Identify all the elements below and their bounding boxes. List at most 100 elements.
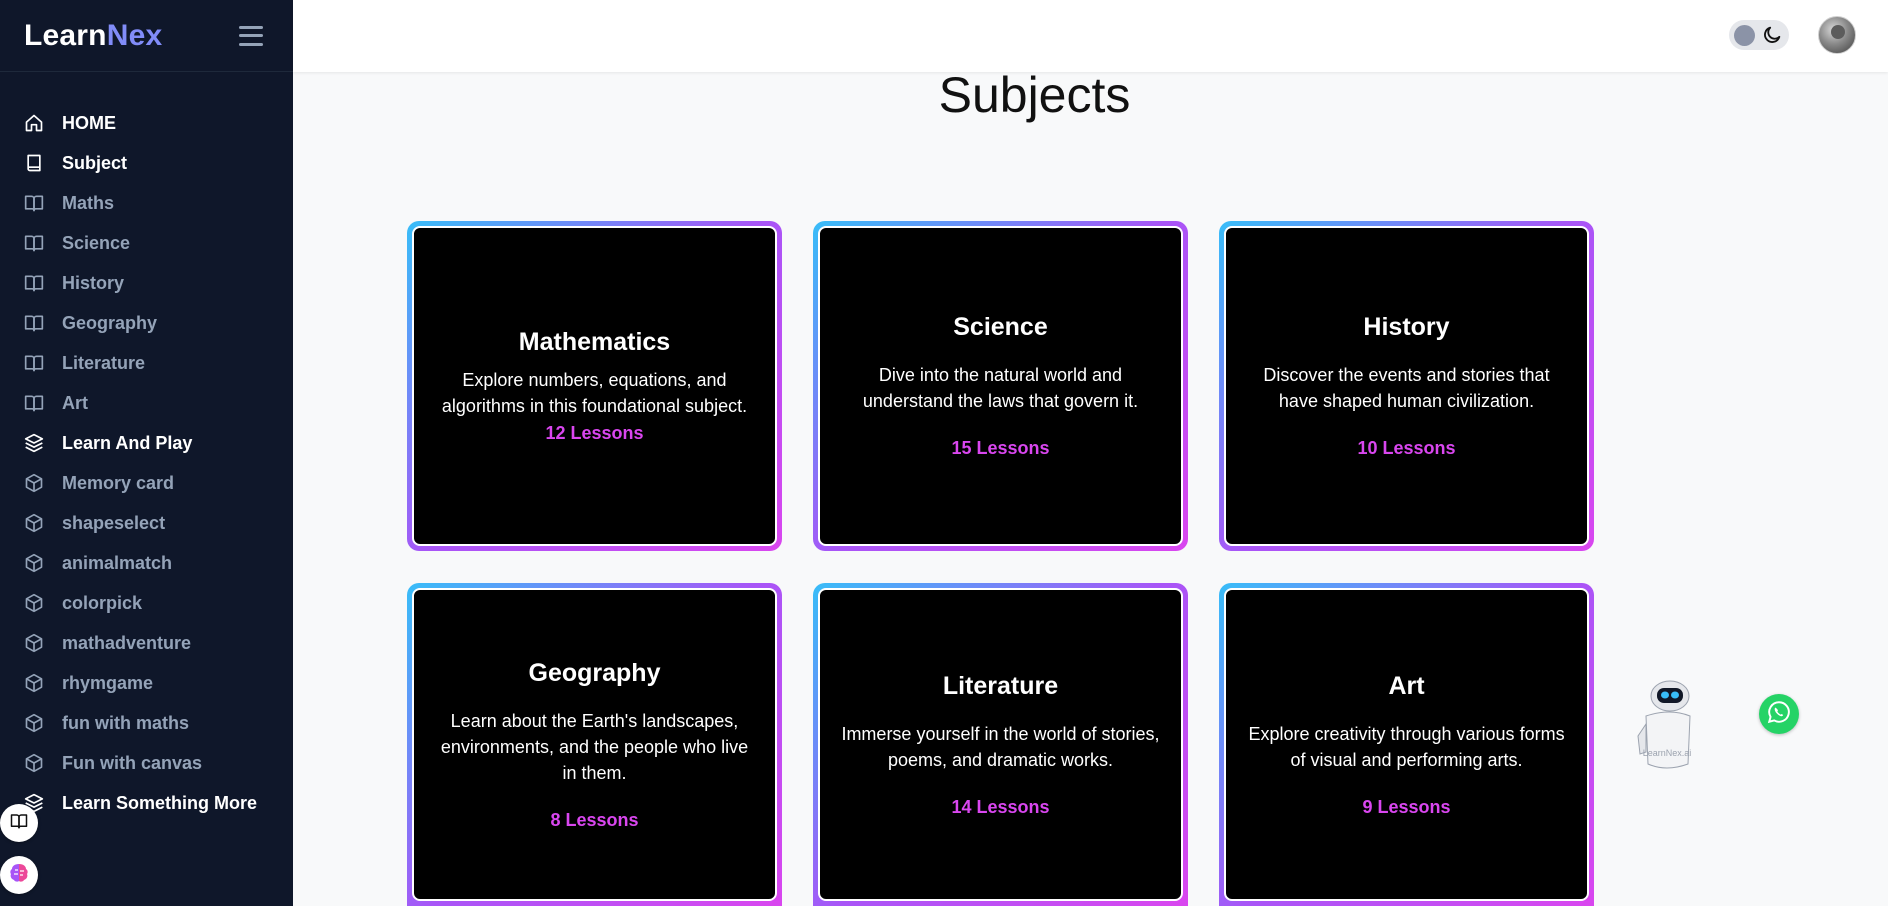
brand-name-part1: Learn [24,18,107,52]
card-title: History [1363,313,1450,341]
sidebar-item-shapeselect[interactable]: shapeselect [0,503,293,543]
cube-icon [23,552,45,574]
sidebar: LearnNex HOME Subject Maths Science Hist… [0,0,293,906]
sidebar-item-memory-card[interactable]: Memory card [0,463,293,503]
sidebar-item-history[interactable]: History [0,263,293,303]
sidebar-item-subject[interactable]: Subject [0,143,293,183]
card-title: Art [1388,671,1425,700]
sidebar-item-maths[interactable]: Maths [0,183,293,223]
book-open-icon [23,192,45,214]
cube-icon [23,512,45,534]
card-description: Immerse yourself in the world of stories… [841,723,1160,770]
sidebar-item-label: Science [62,232,131,253]
sidebar-item-geography[interactable]: Geography [0,303,293,343]
cube-icon [23,712,45,734]
card-lesson-count: 10 Lessons [1357,438,1456,458]
cube-icon [23,472,45,494]
brand-logo[interactable]: LearnNex [24,19,162,53]
card-description: Explore numbers, equations, and algorith… [441,370,748,416]
menu-toggle-button[interactable] [239,25,263,46]
cube-icon [23,752,45,774]
card-title: Science [953,313,1048,341]
sidebar-item-literature[interactable]: Literature [0,343,293,383]
book-open-icon [23,272,45,294]
subject-card-geography[interactable]: Geography Learn about the Earth's landsc… [407,583,782,906]
book-open-icon [9,812,29,835]
sidebar-item-label: HOME [62,112,116,133]
robot-icon: LearnNex.ai [1637,680,1692,769]
subject-card-art[interactable]: Art Explore creativity through various f… [1219,583,1594,906]
book-open-icon [23,232,45,254]
card-description: Explore creativity through various forms… [1248,723,1565,770]
layers-icon [23,432,45,454]
sidebar-item-label: Learn Something More [62,792,258,813]
book-open-icon [23,352,45,374]
robot-label: LearnNex.ai [1643,748,1692,758]
sidebar-item-label: rhymgame [62,672,154,693]
ai-brain-button[interactable] [0,856,38,894]
brand-row: LearnNex [0,0,293,72]
sidebar-item-home[interactable]: HOME [0,103,293,143]
cube-icon [23,672,45,694]
card-lesson-count: 8 Lessons [550,809,639,830]
subject-card-history[interactable]: History Discover the events and stories … [1219,221,1594,551]
ai-assistant-robot[interactable]: LearnNex.ai [1630,676,1696,776]
sidebar-item-label: animalmatch [62,552,173,573]
sidebar-nav: HOME Subject Maths Science History Geogr… [0,103,293,823]
sidebar-item-colorpick[interactable]: colorpick [0,583,293,623]
sidebar-item-label: shapeselect [62,512,166,533]
cube-icon [23,592,45,614]
home-icon [23,112,45,134]
sidebar-item-label: Art [62,392,88,413]
sidebar-item-label: History [62,272,125,293]
brand-name-part2: Nex [106,18,163,52]
page-title: Subjects [938,67,1131,123]
sidebar-item-label: Memory card [62,472,175,493]
cube-icon [23,632,45,654]
hamburger-icon [239,25,263,29]
sidebar-item-rhymgame[interactable]: rhymgame [0,663,293,703]
toggle-knob [1734,25,1755,46]
sidebar-item-learn-and-play[interactable]: Learn And Play [0,423,293,463]
book-icon [23,152,45,174]
book-open-icon [23,392,45,414]
sidebar-item-label: fun with maths [62,712,189,733]
sidebar-item-science[interactable]: Science [0,223,293,263]
book-shortcut-button[interactable] [0,804,38,842]
sidebar-item-animalmatch[interactable]: animalmatch [0,543,293,583]
top-header [293,0,1888,72]
sidebar-item-label: Subject [62,152,128,173]
brain-icon [7,861,31,890]
card-title: Mathematics [518,328,671,356]
card-title: Geography [528,658,661,687]
sidebar-item-label: Geography [62,312,158,333]
sidebar-item-label: colorpick [62,592,143,613]
sidebar-item-label: Literature [62,352,146,373]
whatsapp-button[interactable] [1759,694,1799,734]
card-title: Literature [942,671,1059,700]
sidebar-item-label: Maths [62,192,115,213]
subject-card-literature[interactable]: Literature Immerse yourself in the world… [813,583,1188,906]
sidebar-item-art[interactable]: Art [0,383,293,423]
sidebar-item-label: Learn And Play [62,432,193,453]
card-lesson-count: 12 Lessons [545,423,644,443]
book-open-icon [23,312,45,334]
sidebar-item-fun-with-maths[interactable]: fun with maths [0,703,293,743]
sidebar-item-label: mathadventure [62,632,192,653]
moon-icon [1761,24,1783,51]
sidebar-item-fun-with-canvas[interactable]: Fun with canvas [0,743,293,783]
card-lesson-count: 9 Lessons [1362,796,1451,817]
card-description: Discover the events and stories that hav… [1263,365,1550,411]
subject-card-science[interactable]: Science Dive into the natural world and … [813,221,1188,551]
card-lesson-count: 14 Lessons [951,796,1050,817]
subject-card-mathematics[interactable]: Mathematics Explore numbers, equations, … [407,221,782,551]
theme-toggle[interactable] [1729,20,1789,50]
sidebar-item-mathadventure[interactable]: mathadventure [0,623,293,663]
user-avatar[interactable] [1818,16,1856,54]
sidebar-item-learn-something-more[interactable]: Learn Something More [0,783,293,823]
card-description: Learn about the Earth's landscapes, envi… [440,710,749,783]
card-lesson-count: 15 Lessons [951,438,1050,458]
sidebar-item-label: Fun with canvas [62,752,203,773]
whatsapp-icon [1766,699,1792,730]
card-description: Dive into the natural world and understa… [862,365,1139,411]
